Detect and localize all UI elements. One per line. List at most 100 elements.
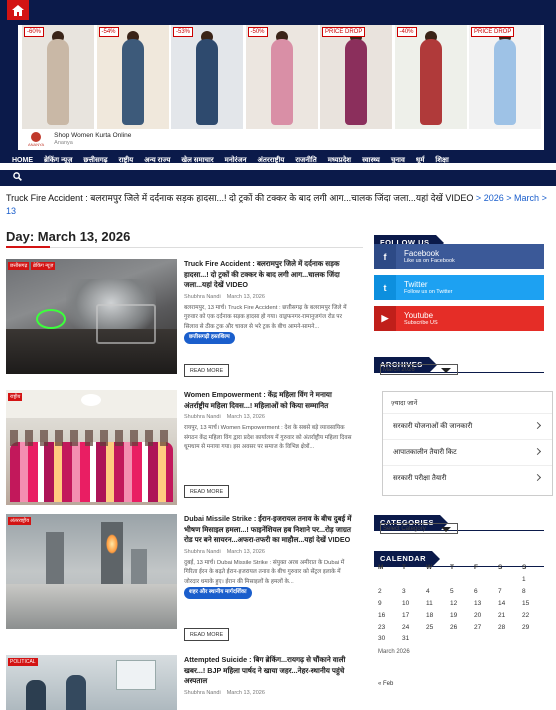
nav-item[interactable]: स्वास्थ्य bbox=[362, 156, 380, 165]
calendar-date: 5 bbox=[450, 588, 454, 596]
know-more-item[interactable]: आपातकालीन तैयारी किट bbox=[383, 439, 552, 465]
post-thumbnail[interactable]: अंतरराष्ट्रीय bbox=[6, 514, 177, 629]
post-date[interactable]: March 13, 2026 bbox=[227, 414, 265, 420]
calendar: MTWTFSS 1 2 3 4 5 6 7 8 9 10 11 12 13 14 15 16 17 18 19 20 2… bbox=[378, 560, 546, 687]
youtube-icon: ▶ bbox=[374, 306, 396, 331]
post-meta: Shubhra Nandi March 13, 2026 bbox=[184, 549, 356, 555]
calendar-date bbox=[474, 574, 498, 586]
nav-item[interactable]: मनोरंजन bbox=[225, 156, 247, 165]
read-more-button[interactable]: READ MORE bbox=[184, 628, 229, 641]
calendar-day-header: S bbox=[522, 563, 527, 571]
post-title[interactable]: Truck Fire Accident : बलरामपुर जिले में … bbox=[184, 259, 356, 291]
calendar-date bbox=[450, 574, 474, 586]
home-button[interactable] bbox=[7, 0, 29, 20]
read-more-button[interactable]: READ MORE bbox=[184, 485, 229, 498]
advertisement-banner[interactable]: ANANYA Shop Women Kurta Online Ananya -6… bbox=[18, 25, 544, 150]
social-link-twitter[interactable]: t Twitter Follow us on Twitter bbox=[374, 275, 544, 300]
calendar-date: 25 bbox=[426, 623, 434, 631]
chevron-down-icon bbox=[441, 368, 451, 373]
categories-widget: CATEGORIES Select Category bbox=[374, 510, 546, 534]
breadcrumb-day[interactable]: 13 bbox=[6, 206, 16, 216]
post-tag[interactable]: छत्तीसगढ़ bbox=[8, 262, 30, 270]
social-link-youtube[interactable]: ▶ Youtube Subscribe US bbox=[374, 306, 544, 331]
post-date[interactable]: March 13, 2026 bbox=[227, 294, 265, 300]
post-date[interactable]: March 13, 2026 bbox=[227, 549, 265, 555]
archives-dropdown[interactable]: March 2026 bbox=[380, 364, 458, 375]
post-author[interactable]: Shubhra Nandi bbox=[184, 690, 221, 696]
post-excerpt: बलरामपुर, 13 मार्च। Truck Fire Accident … bbox=[184, 304, 356, 344]
post-author[interactable]: Shubhra Nandi bbox=[184, 549, 221, 555]
calendar-date: 20 bbox=[474, 611, 482, 619]
nav-item[interactable]: अन्य राज्य bbox=[144, 156, 170, 165]
nav-item[interactable]: चुनाव bbox=[391, 156, 405, 165]
calendar-prev-link[interactable]: « Feb bbox=[378, 681, 546, 687]
post-tag[interactable]: अंतरराष्ट्रीय bbox=[8, 517, 32, 525]
nav-item[interactable]: मध्यप्रदेश bbox=[328, 156, 351, 165]
post-author[interactable]: Shubhra Nandi bbox=[184, 414, 221, 420]
chevron-right-icon bbox=[533, 421, 542, 430]
twitter-icon: t bbox=[374, 275, 396, 300]
discount-badge: -54% bbox=[98, 27, 119, 37]
ad-title[interactable]: Shop Women Kurta Online bbox=[54, 132, 131, 140]
calendar-date: 19 bbox=[450, 611, 458, 619]
post-tag[interactable]: राष्ट्रीय bbox=[8, 393, 23, 401]
nav-item[interactable]: खेल समाचार bbox=[181, 156, 213, 165]
calendar-date: 12 bbox=[450, 599, 458, 607]
nav-item[interactable]: धूर्म bbox=[416, 156, 425, 165]
breadcrumb: Truck Fire Accident : बलरामपुर जिले में … bbox=[6, 193, 547, 216]
post-tag[interactable]: POLITICAL bbox=[8, 658, 38, 666]
calendar-date: 6 bbox=[474, 588, 478, 596]
post-author[interactable]: Shubhra Nandi bbox=[184, 294, 221, 300]
post-title[interactable]: Women Empowerment : केंद्र महिला विंग ने… bbox=[184, 390, 356, 411]
social-name: Facebook bbox=[404, 249, 440, 258]
calendar-date bbox=[474, 633, 498, 645]
post-date[interactable]: March 13, 2026 bbox=[227, 690, 265, 696]
search-icon[interactable] bbox=[13, 172, 22, 181]
breadcrumb-month[interactable]: March bbox=[514, 193, 539, 203]
social-name: Twitter bbox=[404, 280, 428, 289]
ad-product-tile[interactable]: -50% bbox=[245, 25, 318, 129]
social-link-facebook[interactable]: f Facebook Like us on Facebook bbox=[374, 244, 544, 269]
breadcrumb-year[interactable]: 2026 bbox=[484, 193, 504, 203]
ad-product-tile[interactable]: PRICE DROP bbox=[320, 25, 392, 129]
nav-item[interactable]: ब्रेकिंग न्यूज़ bbox=[44, 156, 72, 165]
calendar-date: 29 bbox=[522, 623, 530, 631]
ad-product-tile[interactable]: -54% bbox=[96, 25, 169, 129]
ad-sponsor: Ananya bbox=[54, 140, 73, 146]
post-thumbnail[interactable]: छत्तीसगढ़ ब्रेकिंग न्यूज़ bbox=[6, 259, 177, 374]
nav-item[interactable]: अंतरराष्ट्रीय bbox=[258, 156, 285, 165]
read-more-button[interactable]: READ MORE bbox=[184, 364, 229, 377]
post-category[interactable]: छत्तीसगढ़ी हस्तशिल्प bbox=[184, 332, 235, 344]
calendar-date bbox=[450, 633, 474, 645]
nav-item[interactable]: राष्ट्रीय bbox=[119, 156, 134, 165]
post-category[interactable]: शहर और स्थानीय मार्गदर्शिका bbox=[184, 587, 252, 599]
ad-product-tile[interactable]: -60% bbox=[22, 25, 94, 129]
calendar-date: 18 bbox=[426, 611, 434, 619]
calendar-date: 16 bbox=[378, 611, 386, 619]
categories-dropdown[interactable]: Select Category bbox=[380, 523, 458, 534]
nav-item[interactable]: शिक्षा bbox=[435, 156, 448, 165]
calendar-date: 3 bbox=[402, 588, 406, 596]
social-desc: Follow us on Twitter bbox=[404, 289, 453, 295]
nav-item[interactable]: राजनीति bbox=[295, 156, 316, 165]
nav-item[interactable]: HOME bbox=[12, 157, 33, 164]
calendar-date bbox=[498, 633, 522, 645]
calendar-date: 9 bbox=[378, 599, 382, 607]
title-divider bbox=[6, 246, 363, 248]
know-more-item[interactable]: सरकारी परीक्षा तैयारी bbox=[383, 465, 552, 491]
calendar-date: 4 bbox=[426, 588, 430, 596]
ad-product-tile[interactable]: -53% bbox=[171, 25, 243, 129]
calendar-day-header: T bbox=[402, 563, 406, 571]
calendar-caption: March 2026 bbox=[378, 648, 410, 655]
calendar-day-header: F bbox=[474, 563, 478, 571]
post-tag[interactable]: ब्रेकिंग न्यूज़ bbox=[31, 262, 56, 270]
ad-product-tile[interactable]: PRICE DROP bbox=[469, 25, 541, 129]
social-name: Youtube bbox=[404, 311, 434, 320]
post-thumbnail[interactable]: राष्ट्रीय bbox=[6, 390, 177, 505]
post-thumbnail[interactable]: POLITICAL bbox=[6, 655, 177, 710]
know-more-item[interactable]: सरकारी योजनाओं की जानकारी bbox=[383, 413, 552, 439]
ad-product-tile[interactable]: -40% bbox=[394, 25, 467, 129]
nav-item[interactable]: छत्तीसगढ़ bbox=[83, 156, 107, 165]
post-title[interactable]: Dubai Missile Strike : ईरान-इजरायल तनाव … bbox=[184, 514, 356, 546]
post-title[interactable]: Attempted Suicide : बिग ब्रेकिंग...रायगढ… bbox=[184, 655, 356, 687]
